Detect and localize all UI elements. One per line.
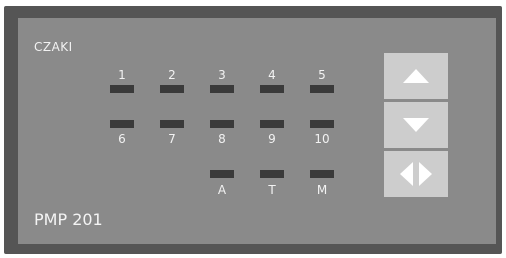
mode-label-m: M	[316, 183, 328, 197]
channel-led-8	[210, 120, 234, 128]
channel-label-9: 9	[268, 132, 276, 146]
channel-led-5	[310, 85, 334, 93]
arrow-down-icon	[403, 118, 429, 132]
channel-led-9	[260, 120, 284, 128]
mode-label-a: A	[217, 183, 227, 197]
channel-led-10	[310, 120, 334, 128]
left-right-button[interactable]	[384, 151, 448, 197]
channel-led-1	[110, 85, 134, 93]
channel-led-4	[260, 85, 284, 93]
brand-logo: CZAKI	[34, 40, 73, 54]
up-button[interactable]	[384, 53, 448, 99]
mode-led-t	[260, 170, 284, 178]
mode-led-a	[210, 170, 234, 178]
channel-led-2	[160, 85, 184, 93]
channel-label-5: 5	[318, 68, 326, 82]
arrow-left-right-icon	[400, 162, 432, 186]
channel-led-6	[110, 120, 134, 128]
channel-led-7	[160, 120, 184, 128]
channel-label-8: 8	[218, 132, 226, 146]
down-button[interactable]	[384, 102, 448, 148]
channel-led-3	[210, 85, 234, 93]
model-name: PMP 201	[34, 210, 103, 229]
channel-label-10: 10	[314, 132, 330, 146]
mode-label-t: T	[268, 183, 276, 197]
channel-label-1: 1	[118, 68, 126, 82]
arrow-up-icon	[403, 69, 429, 83]
channel-label-6: 6	[118, 132, 126, 146]
channel-label-2: 2	[168, 68, 176, 82]
channel-label-7: 7	[168, 132, 176, 146]
channel-label-3: 3	[218, 68, 226, 82]
mode-led-m	[310, 170, 334, 178]
channel-label-4: 4	[268, 68, 276, 82]
